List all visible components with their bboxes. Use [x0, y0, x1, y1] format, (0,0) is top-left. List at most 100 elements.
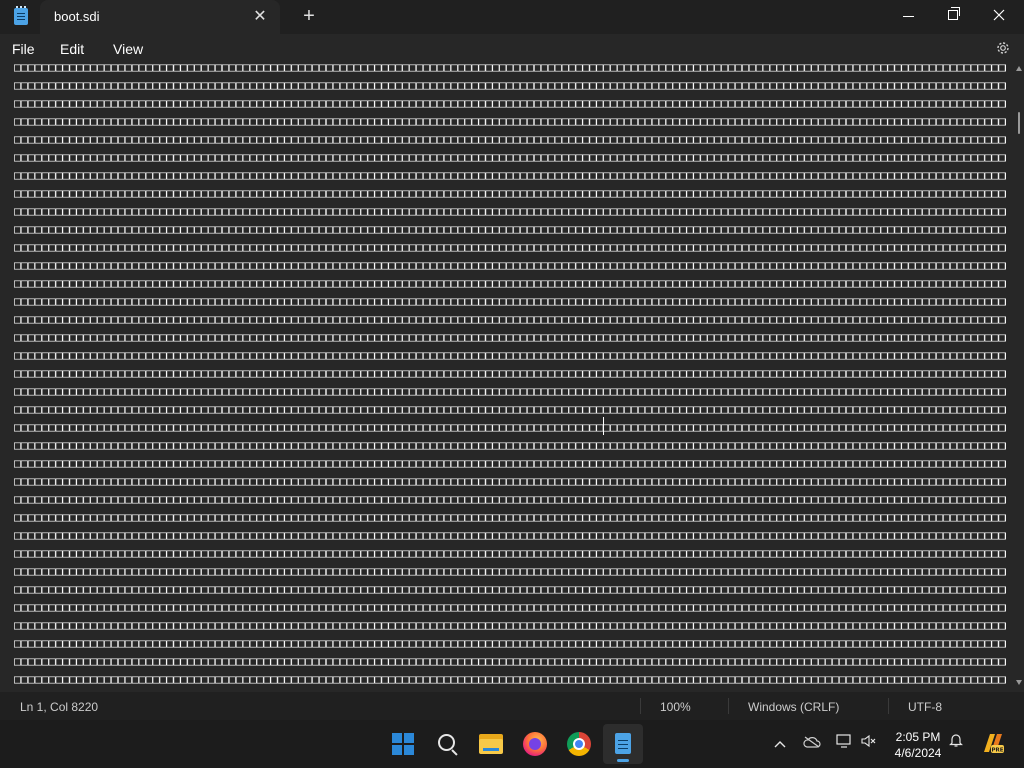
- tab-close-icon[interactable]: ✕: [250, 7, 270, 27]
- status-divider: [728, 698, 729, 714]
- copilot-icon[interactable]: PRE: [980, 732, 1004, 754]
- cloud-icon: [803, 736, 821, 748]
- copilot-logo-icon: PRE: [984, 734, 1004, 754]
- text-line[interactable]: □□□□□□□□□□□□□□□□□□□□□□□□□□□□□□□□□□□□□□□□…: [14, 256, 1006, 274]
- line-ending[interactable]: Windows (CRLF): [748, 700, 839, 714]
- text-line[interactable]: □□□□□□□□□□□□□□□□□□□□□□□□□□□□□□□□□□□□□□□□…: [14, 346, 1006, 364]
- copilot-badge: PRE: [991, 748, 1003, 754]
- menu-bar: File Edit View: [0, 34, 1024, 64]
- folder-icon-bar: [483, 748, 499, 751]
- search-icon: [438, 734, 455, 751]
- scroll-down-arrow-icon[interactable]: [1016, 680, 1022, 685]
- vertical-scrollbar[interactable]: [1014, 64, 1024, 690]
- restore-button[interactable]: [930, 0, 976, 30]
- menu-edit[interactable]: Edit: [60, 41, 84, 57]
- status-bar: Ln 1, Col 8220 100% Windows (CRLF) UTF-8: [0, 692, 1024, 720]
- text-line[interactable]: □□□□□□□□□□□□□□□□□□□□□□□□□□□□□□□□□□□□□□□□…: [14, 418, 1006, 436]
- text-line[interactable]: □□□□□□□□□□□□□□□□□□□□□□□□□□□□□□□□□□□□□□□□…: [14, 616, 1006, 634]
- text-line[interactable]: □□□□□□□□□□□□□□□□□□□□□□□□□□□□□□□□□□□□□□□□…: [14, 562, 1006, 580]
- status-divider: [640, 698, 641, 714]
- scroll-thumb[interactable]: [1018, 112, 1020, 134]
- text-line[interactable]: □□□□□□□□□□□□□□□□□□□□□□□□□□□□□□□□□□□□□□□□…: [14, 166, 1006, 184]
- text-line[interactable]: □□□□□□□□□□□□□□□□□□□□□□□□□□□□□□□□□□□□□□□□…: [14, 652, 1006, 670]
- text-line[interactable]: □□□□□□□□□□□□□□□□□□□□□□□□□□□□□□□□□□□□□□□□…: [14, 400, 1006, 418]
- taskbar-search-button[interactable]: [427, 724, 467, 764]
- folder-icon-front: [479, 739, 503, 754]
- windows-logo-pane: [404, 745, 414, 755]
- tab-boot-sdi[interactable]: boot.sdi ✕: [40, 0, 280, 34]
- taskbar-chrome[interactable]: [559, 724, 599, 764]
- notifications-bell-icon[interactable]: [945, 732, 967, 754]
- text-line[interactable]: □□□□□□□□□□□□□□□□□□□□□□□□□□□□□□□□□□□□□□□□…: [14, 526, 1006, 544]
- zoom-level[interactable]: 100%: [660, 700, 691, 714]
- close-icon: [993, 9, 1005, 21]
- show-hidden-icons-chevron-icon[interactable]: [769, 732, 791, 754]
- clock-date: 4/6/2024: [894, 746, 942, 760]
- text-line[interactable]: □□□□□□□□□□□□□□□□□□□□□□□□□□□□□□□□□□□□□□□□…: [14, 472, 1006, 490]
- restore-icon: [948, 7, 960, 20]
- volume-muted-icon[interactable]: [858, 732, 880, 754]
- menu-file[interactable]: File: [12, 41, 35, 57]
- text-line[interactable]: □□□□□□□□□□□□□□□□□□□□□□□□□□□□□□□□□□□□□□□□…: [14, 292, 1006, 310]
- text-line[interactable]: □□□□□□□□□□□□□□□□□□□□□□□□□□□□□□□□□□□□□□□□…: [14, 148, 1006, 166]
- text-line[interactable]: □□□□□□□□□□□□□□□□□□□□□□□□□□□□□□□□□□□□□□□□…: [14, 220, 1006, 238]
- notepad-window: boot.sdi ✕ + File Edit View □□□□□□□□□□□□…: [0, 0, 1024, 720]
- monitor-icon: [836, 734, 851, 748]
- text-line[interactable]: □□□□□□□□□□□□□□□□□□□□□□□□□□□□□□□□□□□□□□□□…: [14, 310, 1006, 328]
- menu-view[interactable]: View: [113, 41, 143, 57]
- status-divider: [888, 698, 889, 714]
- chevron-up-icon: [774, 741, 786, 748]
- text-line[interactable]: □□□□□□□□□□□□□□□□□□□□□□□□□□□□□□□□□□□□□□□□…: [14, 670, 1006, 688]
- text-line[interactable]: □□□□□□□□□□□□□□□□□□□□□□□□□□□□□□□□□□□□□□□□…: [14, 64, 1006, 76]
- onedrive-icon[interactable]: [801, 732, 823, 754]
- text-line[interactable]: □□□□□□□□□□□□□□□□□□□□□□□□□□□□□□□□□□□□□□□□…: [14, 580, 1006, 598]
- text-line[interactable]: □□□□□□□□□□□□□□□□□□□□□□□□□□□□□□□□□□□□□□□□…: [14, 238, 1006, 256]
- gear-icon[interactable]: [995, 40, 1011, 56]
- text-line[interactable]: □□□□□□□□□□□□□□□□□□□□□□□□□□□□□□□□□□□□□□□□…: [14, 184, 1006, 202]
- text-line[interactable]: □□□□□□□□□□□□□□□□□□□□□□□□□□□□□□□□□□□□□□□□…: [14, 94, 1006, 112]
- firefox-icon-globe: [529, 738, 541, 750]
- speaker-muted-icon: [861, 734, 876, 748]
- system-clock[interactable]: 2:05 PM 4/6/2024: [890, 729, 946, 761]
- windows-logo-pane: [392, 745, 402, 755]
- taskbar-file-explorer[interactable]: [471, 724, 511, 764]
- text-line[interactable]: □□□□□□□□□□□□□□□□□□□□□□□□□□□□□□□□□□□□□□□□…: [14, 130, 1006, 148]
- text-line[interactable]: □□□□□□□□□□□□□□□□□□□□□□□□□□□□□□□□□□□□□□□□…: [14, 382, 1006, 400]
- start-button[interactable]: [383, 724, 423, 764]
- network-icon[interactable]: [833, 732, 855, 754]
- taskbar-notepad[interactable]: [603, 724, 643, 764]
- windows-logo-icon: [392, 733, 402, 743]
- title-bar: boot.sdi ✕ +: [0, 0, 1024, 34]
- text-editor[interactable]: □□□□□□□□□□□□□□□□□□□□□□□□□□□□□□□□□□□□□□□□…: [0, 64, 1014, 690]
- text-line[interactable]: □□□□□□□□□□□□□□□□□□□□□□□□□□□□□□□□□□□□□□□□…: [14, 598, 1006, 616]
- text-line[interactable]: □□□□□□□□□□□□□□□□□□□□□□□□□□□□□□□□□□□□□□□□…: [14, 364, 1006, 382]
- encoding[interactable]: UTF-8: [908, 700, 942, 714]
- minimize-button[interactable]: [885, 0, 931, 30]
- text-line[interactable]: □□□□□□□□□□□□□□□□□□□□□□□□□□□□□□□□□□□□□□□□…: [14, 634, 1006, 652]
- minimize-icon: [902, 15, 914, 17]
- text-line[interactable]: □□□□□□□□□□□□□□□□□□□□□□□□□□□□□□□□□□□□□□□□…: [14, 112, 1006, 130]
- notepad-icon-lines: [618, 740, 628, 741]
- bell-icon: [949, 734, 963, 747]
- text-cursor: [603, 417, 604, 435]
- clock-time: 2:05 PM: [895, 730, 941, 744]
- text-line[interactable]: □□□□□□□□□□□□□□□□□□□□□□□□□□□□□□□□□□□□□□□□…: [14, 274, 1006, 292]
- taskbar: 2:05 PM 4/6/2024 PRE: [0, 720, 1024, 768]
- text-line[interactable]: □□□□□□□□□□□□□□□□□□□□□□□□□□□□□□□□□□□□□□□□…: [14, 454, 1006, 472]
- notepad-icon: [615, 733, 631, 754]
- active-app-indicator: [617, 759, 629, 762]
- text-line[interactable]: □□□□□□□□□□□□□□□□□□□□□□□□□□□□□□□□□□□□□□□□…: [14, 202, 1006, 220]
- new-tab-button[interactable]: +: [298, 5, 320, 27]
- close-window-button[interactable]: [976, 0, 1022, 30]
- text-line[interactable]: □□□□□□□□□□□□□□□□□□□□□□□□□□□□□□□□□□□□□□□□…: [14, 490, 1006, 508]
- cursor-position: Ln 1, Col 8220: [20, 700, 99, 714]
- text-line[interactable]: □□□□□□□□□□□□□□□□□□□□□□□□□□□□□□□□□□□□□□□□…: [14, 76, 1006, 94]
- scroll-up-arrow-icon[interactable]: [1016, 66, 1022, 71]
- editor-content[interactable]: □□□□□□□□□□□□□□□□□□□□□□□□□□□□□□□□□□□□□□□□…: [14, 64, 1006, 688]
- text-line[interactable]: □□□□□□□□□□□□□□□□□□□□□□□□□□□□□□□□□□□□□□□□…: [14, 328, 1006, 346]
- taskbar-firefox[interactable]: [515, 724, 555, 764]
- text-line[interactable]: □□□□□□□□□□□□□□□□□□□□□□□□□□□□□□□□□□□□□□□□…: [14, 544, 1006, 562]
- text-line[interactable]: □□□□□□□□□□□□□□□□□□□□□□□□□□□□□□□□□□□□□□□□…: [14, 508, 1006, 526]
- text-line[interactable]: □□□□□□□□□□□□□□□□□□□□□□□□□□□□□□□□□□□□□□□□…: [14, 436, 1006, 454]
- notepad-app-icon: [14, 6, 28, 25]
